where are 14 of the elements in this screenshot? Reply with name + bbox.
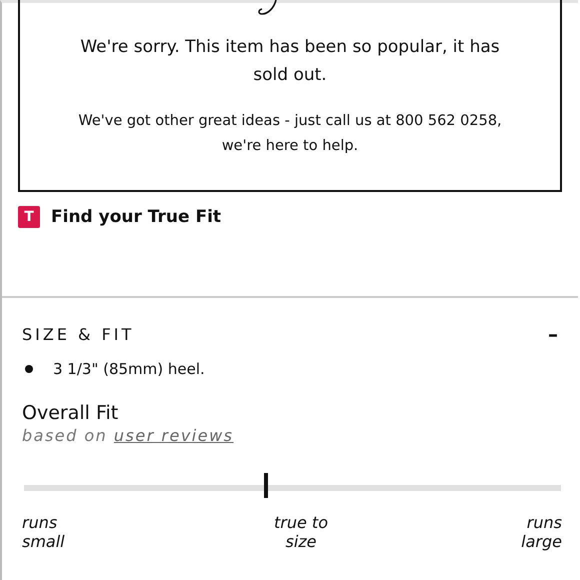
bullet-icon bbox=[25, 365, 33, 373]
bullet-text: 3 1/3" (85mm) heel. bbox=[53, 360, 205, 378]
scale-label: runs large bbox=[520, 513, 562, 551]
collapse-toggle[interactable]: – bbox=[548, 322, 558, 346]
user-reviews-link[interactable]: user reviews bbox=[114, 426, 234, 445]
scale-label: true to size bbox=[273, 513, 329, 551]
fit-subtitle: based on user reviews bbox=[22, 426, 234, 445]
section-title: SIZE & FIT bbox=[22, 324, 134, 344]
true-fit-link[interactable]: Find your True Fit bbox=[51, 207, 222, 227]
scale-label: runs small bbox=[22, 513, 66, 551]
notice-message: We've got other great ideas - just call us at 800 562 0258, we're here to help. bbox=[77, 112, 503, 156]
true-fit-logo: T bbox=[18, 206, 40, 228]
fit-title: Overall Fit bbox=[22, 402, 120, 424]
notice-headline: We're sorry. This item has been so popular, it has sold out. bbox=[79, 36, 501, 87]
